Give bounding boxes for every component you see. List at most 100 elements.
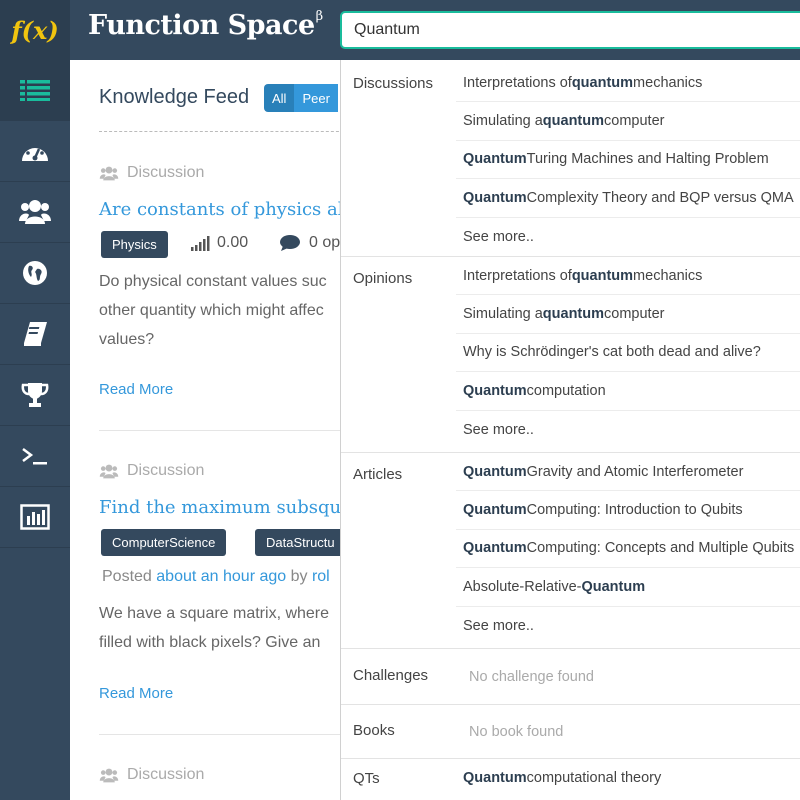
result-category-label: Books <box>353 722 395 739</box>
post-score-value: 0.00 <box>217 234 249 251</box>
post-excerpt: Do physical constant values suc other qu… <box>99 267 340 354</box>
sidebar-item-library[interactable] <box>0 304 70 365</box>
result-list: No book found <box>456 705 800 758</box>
result-list: Quantum computational theory <box>456 759 800 800</box>
sidebar-item-stats[interactable] <box>0 487 70 548</box>
sidebar-item-challenges[interactable] <box>0 365 70 426</box>
read-more-link[interactable]: Read More <box>99 381 173 398</box>
dashboard-icon <box>22 142 48 161</box>
result-group-opinions: Opinions Interpretations of quantum mech… <box>341 257 800 453</box>
top-bar: f(x) Function Spaceβ <box>0 0 800 60</box>
feed-title: Knowledge Feed <box>99 86 250 108</box>
search-result[interactable]: Quantum Computing: Introduction to Qubit… <box>456 491 800 530</box>
posted-label: Posted <box>102 568 157 585</box>
users-icon <box>99 464 119 478</box>
result-list: Interpretations of quantum mechanics Sim… <box>456 64 800 256</box>
app-name[interactable]: Function Spaceβ <box>88 9 324 41</box>
excerpt-line: We have a square matrix, where <box>99 605 330 622</box>
filter-peer-button[interactable]: Peer <box>294 84 338 112</box>
excerpt-line: values? <box>99 331 155 348</box>
sidebar <box>0 60 70 800</box>
post-tag[interactable]: Physics <box>101 231 168 258</box>
post-tag[interactable]: DataStructu <box>255 529 340 556</box>
app-name-text: Function Space <box>88 10 315 41</box>
read-more-link[interactable]: Read More <box>99 685 173 702</box>
users-icon <box>99 768 119 782</box>
post-type: Discussion <box>99 462 204 480</box>
result-group-qts: QTs Quantum computational theory <box>341 759 800 800</box>
post-excerpt: We have a square matrix, where filled wi… <box>99 599 340 657</box>
feed-filter-group: All Peer <box>264 84 338 112</box>
result-category-label: Challenges <box>353 667 429 684</box>
see-more-link[interactable]: See more.. <box>456 218 800 256</box>
result-list: No challenge found <box>456 649 800 704</box>
logo-text: f(x) <box>11 15 59 45</box>
post-meta: Posted about an hour ago by rol <box>102 568 330 586</box>
users-icon <box>99 166 119 180</box>
result-list: Interpretations of quantum mechanics Sim… <box>456 257 800 452</box>
search-result[interactable]: Quantum computational theory <box>456 759 800 797</box>
list-icon <box>20 80 50 101</box>
post-title[interactable]: Are constants of physics al <box>99 199 340 220</box>
excerpt-line: Do physical constant values suc <box>99 273 327 290</box>
search-result[interactable]: Quantum Turing Machines and Halting Prob… <box>456 141 800 180</box>
terminal-icon <box>22 448 47 465</box>
no-results-message: No book found <box>469 723 564 740</box>
result-group-articles: Articles Quantum Gravity and Atomic Inte… <box>341 453 800 649</box>
users-icon <box>19 200 51 224</box>
post-type: Discussion <box>99 164 204 182</box>
post-type: Discussion <box>99 766 204 784</box>
sidebar-item-feed[interactable] <box>0 60 70 121</box>
see-more-link[interactable]: See more.. <box>456 607 800 645</box>
post-type-label: Discussion <box>127 164 205 181</box>
result-group-challenges: Challenges No challenge found <box>341 649 800 705</box>
search-result[interactable]: Simulating a quantum computer <box>456 102 800 141</box>
result-group-discussions: Discussions Interpretations of quantum m… <box>341 64 800 257</box>
search-result[interactable]: Quantum Complexity Theory and BQP versus… <box>456 179 800 218</box>
posted-time-link[interactable]: about an hour ago <box>156 568 286 585</box>
search-result[interactable]: Interpretations of quantum mechanics <box>456 257 800 296</box>
result-category-label: Opinions <box>353 270 413 287</box>
result-category-label: QTs <box>353 770 380 787</box>
search-results-dropdown: Discussions Interpretations of quantum m… <box>340 60 800 800</box>
logo[interactable]: f(x) <box>0 0 70 60</box>
result-category-label: Articles <box>353 466 403 483</box>
search-result[interactable]: Quantum Gravity and Atomic Interferomete… <box>456 453 800 492</box>
sidebar-item-people[interactable] <box>0 182 70 243</box>
post-score: 0.00 <box>191 234 248 252</box>
post-divider <box>99 734 340 735</box>
comment-icon <box>280 235 300 251</box>
excerpt-line: other quantity which might affec <box>99 302 324 319</box>
post-tag[interactable]: ComputerScience <box>101 529 227 556</box>
result-group-books: Books No book found <box>341 705 800 759</box>
see-more-link[interactable]: See more.. <box>456 411 800 449</box>
search-result[interactable]: Interpretations of quantum mechanics <box>456 64 800 103</box>
author-link[interactable]: rol <box>312 568 330 585</box>
search-result[interactable]: Simulating a quantum computer <box>456 295 800 334</box>
filter-all-button[interactable]: All <box>264 84 295 112</box>
excerpt-line: filled with black pixels? Give an <box>99 634 321 651</box>
post-type-label: Discussion <box>127 462 205 479</box>
posted-by-label: by <box>286 568 312 585</box>
post-opinions[interactable]: 0 op <box>279 234 340 252</box>
result-category-label: Discussions <box>353 75 434 92</box>
signal-icon <box>191 236 210 251</box>
knowledge-feed: Knowledge Feed All Peer Discussion Are c… <box>70 60 340 800</box>
no-results-message: No challenge found <box>469 668 594 685</box>
sidebar-item-dashboard[interactable] <box>0 121 70 182</box>
beta-mark: β <box>315 9 324 24</box>
search-result[interactable]: Quantum Computing: Concepts and Multiple… <box>456 530 800 569</box>
bar-chart-icon <box>20 504 50 530</box>
post-divider <box>99 430 340 431</box>
globe-icon <box>23 261 47 285</box>
sidebar-item-explore[interactable] <box>0 243 70 304</box>
post-type-label: Discussion <box>127 766 205 783</box>
search-result[interactable]: Quantum computation <box>456 372 800 411</box>
sidebar-item-console[interactable] <box>0 426 70 487</box>
search-result[interactable]: Why is Schrödinger's cat both dead and a… <box>456 334 800 373</box>
trophy-icon <box>21 383 49 407</box>
book-icon <box>24 322 47 346</box>
search-input[interactable] <box>340 11 800 49</box>
post-title[interactable]: Find the maximum subsqu <box>99 497 340 518</box>
search-result[interactable]: Absolute-Relative- Quantum <box>456 568 800 607</box>
